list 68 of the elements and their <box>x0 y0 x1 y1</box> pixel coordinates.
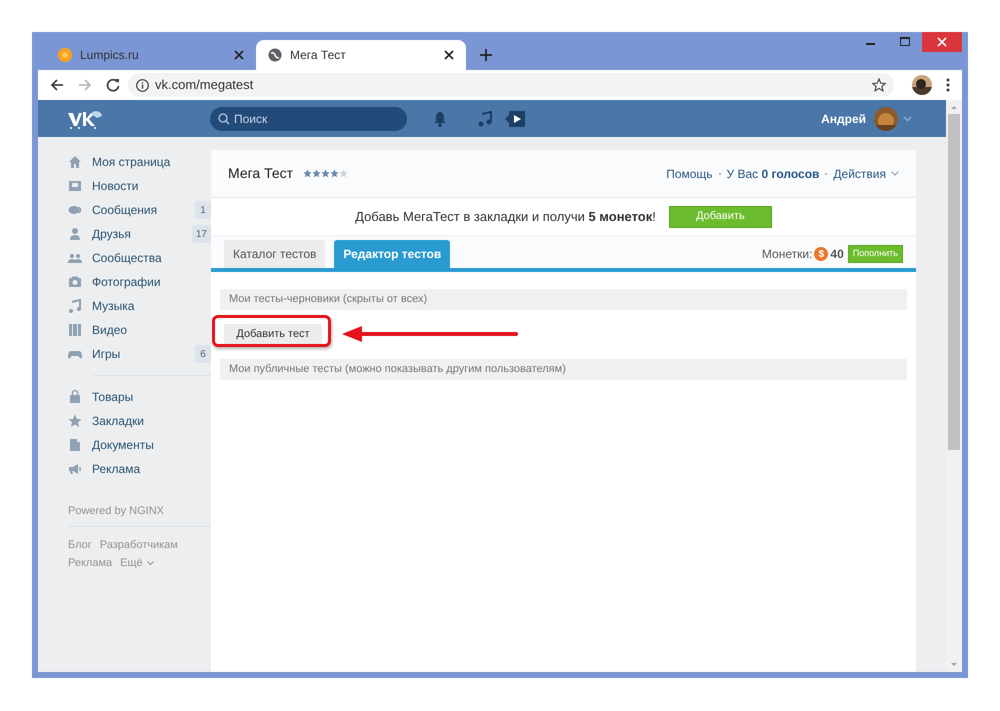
star-outline-icon[interactable] <box>872 78 886 92</box>
sidebar-link[interactable]: Новости <box>92 177 211 195</box>
browser-tab[interactable]: Мега Тест <box>256 40 466 70</box>
add-test-button[interactable]: Добавить тест <box>224 324 322 346</box>
scrollbar-thumb[interactable] <box>948 114 960 450</box>
search-icon <box>218 112 230 124</box>
tab[interactable]: Каталог тестов <box>224 240 326 268</box>
more-menu-icon[interactable] <box>946 78 950 92</box>
bell-icon[interactable] <box>433 110 447 126</box>
sidebar-link[interactable]: Музыка <box>92 297 211 315</box>
coins-label: Монетки: <box>762 246 812 263</box>
person-icon[interactable] <box>68 227 82 241</box>
info-icon <box>136 78 149 92</box>
coin-icon: $ <box>814 247 828 261</box>
count-badge: 6 <box>195 345 211 363</box>
megaphone-icon[interactable] <box>68 462 82 476</box>
search-field[interactable]: Поиск <box>210 106 407 130</box>
chevron-down-icon[interactable] <box>891 171 899 176</box>
star-icon <box>303 169 312 178</box>
section-header: Мои публичные тесты (можно показывать другим пользователям) <box>220 359 907 380</box>
coin-count: 40 <box>830 246 844 263</box>
new-tab-icon[interactable] <box>480 49 492 61</box>
sidebar-link[interactable]: Моя страница <box>92 153 211 171</box>
count-badge: 1 <box>195 201 211 219</box>
video-play-icon[interactable] <box>505 110 525 128</box>
sidebar-link[interactable]: Реклама <box>92 460 211 478</box>
bag-icon[interactable] <box>68 390 82 404</box>
chevron-down-icon[interactable] <box>146 561 154 566</box>
close-icon[interactable] <box>444 50 454 60</box>
chat-bubble-icon[interactable] <box>68 203 82 217</box>
chevron-down-icon[interactable] <box>903 116 912 122</box>
favicon-icon <box>58 48 72 62</box>
header-link[interactable]: Действия <box>833 164 886 182</box>
sidebar-link[interactable]: Документы <box>92 436 211 454</box>
camera-icon[interactable] <box>68 275 82 289</box>
sidebar-link[interactable]: Сообщества <box>92 249 211 267</box>
address-field[interactable]: vk.com/megatest <box>128 73 894 97</box>
back-icon[interactable] <box>50 78 64 92</box>
star-icon <box>321 169 330 178</box>
count-badge: 17 <box>192 225 211 243</box>
star-icon <box>312 169 322 178</box>
header-link[interactable]: У Вас 0 голосов <box>726 164 820 182</box>
promo-text: Добавь МегаТест в закладки и получи 5 монеток! <box>355 208 656 226</box>
sidebar-link[interactable]: Сообщения <box>92 201 195 219</box>
music-note-icon[interactable] <box>478 110 492 126</box>
star-icon[interactable] <box>68 414 82 428</box>
sidebar-link[interactable]: Видео <box>92 321 211 339</box>
star-icon <box>330 169 340 178</box>
sidebar-link[interactable]: Закладки <box>92 412 211 430</box>
sidebar-link[interactable]: Фотографии <box>92 273 211 291</box>
document-icon[interactable] <box>68 438 82 452</box>
sidebar-link[interactable]: Друзья <box>92 225 192 243</box>
powered-by-text: Powered by NGINX <box>68 504 165 519</box>
star-icon <box>339 169 348 178</box>
app-title: Мега Тест <box>228 164 294 183</box>
newspaper-icon[interactable] <box>68 179 82 193</box>
user-name[interactable]: Андрей <box>821 110 866 128</box>
film-icon[interactable] <box>68 323 82 337</box>
home-icon[interactable] <box>68 155 82 169</box>
music-note-icon[interactable] <box>68 299 82 313</box>
section-header: Мои тесты-черновики (скрыты от всех) <box>220 289 907 310</box>
sidebar-link[interactable]: Игры <box>92 345 195 363</box>
header-link[interactable]: Помощь <box>666 164 713 182</box>
people-icon[interactable] <box>68 251 82 265</box>
globe-icon <box>268 48 282 62</box>
reload-icon[interactable] <box>106 78 120 92</box>
forward-icon[interactable] <box>78 78 92 92</box>
sidebar-link[interactable]: Товары <box>92 388 211 406</box>
